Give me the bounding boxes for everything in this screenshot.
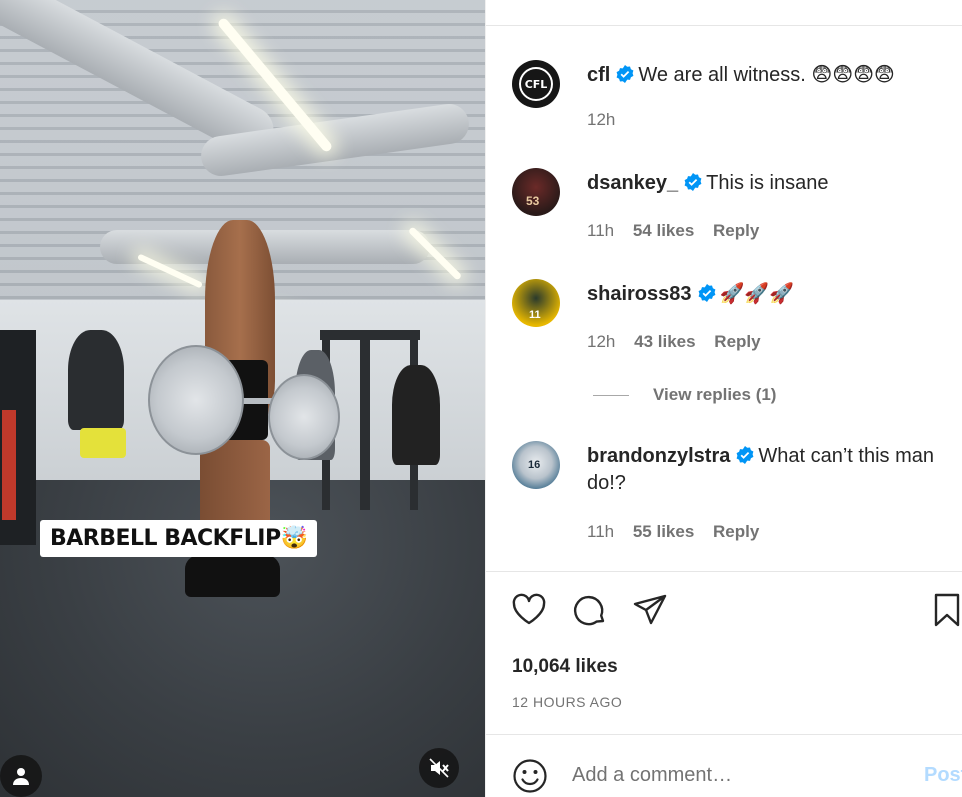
comments-pane: CFL cfl We are all witness. 😨😨😨😨 12h 53 d… [485, 0, 962, 797]
muted-speaker-icon [429, 758, 449, 778]
actions-divider [486, 571, 962, 572]
cfl-avatar[interactable]: CFL [512, 60, 560, 108]
comment-text: This is insane [706, 172, 829, 194]
comment-time[interactable]: 12h [587, 332, 615, 351]
profile-tag-button[interactable] [0, 755, 42, 797]
spectator [68, 330, 124, 430]
caption-time[interactable]: 12h [587, 110, 615, 129]
emoji-smiley-icon[interactable] [512, 758, 548, 794]
header-divider [486, 25, 962, 26]
comment-time[interactable]: 11h [587, 522, 614, 541]
post-comment-button[interactable]: Post [924, 764, 962, 787]
video-caption: BARBELL BACKFLIP🤯 [40, 520, 318, 557]
squat-rack [320, 330, 420, 340]
reply-button[interactable]: Reply [714, 332, 760, 351]
spectator [392, 365, 440, 465]
cfl-logo-text: CFL [524, 77, 548, 91]
verified-badge-icon [616, 65, 634, 83]
comment-username[interactable]: dsankey_ [587, 172, 678, 194]
person-icon [13, 768, 29, 785]
comment-bubble-icon[interactable] [572, 592, 608, 628]
comment-meta: 11h 54 likes Reply [587, 221, 773, 241]
keiser-machine [0, 330, 36, 545]
comment-text: 🚀🚀🚀 [719, 283, 795, 305]
avatar-jersey-number: 53 [526, 194, 540, 208]
comment-username[interactable]: brandonzylstra [587, 445, 730, 467]
caption-meta: 12h [587, 110, 629, 130]
verified-badge-icon [698, 284, 715, 302]
comment-likes[interactable]: 43 likes [634, 332, 695, 351]
comment-likes[interactable]: 54 likes [633, 221, 694, 240]
comment-input[interactable]: Add a comment… [572, 764, 732, 787]
like-heart-icon[interactable] [511, 592, 547, 628]
verified-badge-icon [736, 446, 754, 464]
spectator-shorts [80, 428, 126, 458]
posted-time: 12 HOURS AGO [512, 694, 623, 710]
likes-count[interactable]: 10,064 likes [512, 656, 618, 678]
comment-likes[interactable]: 55 likes [633, 522, 694, 541]
reply-button[interactable]: Reply [713, 522, 759, 541]
avatar-jersey-number: 16 [528, 459, 541, 471]
weight-plate [148, 345, 244, 455]
commenter-avatar[interactable]: 53 [512, 168, 560, 216]
post-author[interactable]: cfl [587, 64, 610, 86]
comment-text-block: shaiross83 🚀🚀🚀 [587, 281, 962, 308]
reply-button[interactable]: Reply [713, 221, 759, 240]
comment-time[interactable]: 11h [587, 221, 614, 240]
input-divider [486, 734, 962, 735]
lifter-shoes [185, 555, 280, 597]
avatar-jersey-number: 11 [529, 309, 541, 321]
comment-username[interactable]: shaiross83 [587, 283, 692, 305]
view-replies-label: View replies (1) [653, 385, 777, 404]
verified-badge-icon [684, 173, 702, 191]
video-player[interactable]: BARBELL BACKFLIP🤯 [0, 0, 485, 797]
squat-rack [360, 330, 370, 510]
comment-meta: 11h 55 likes Reply [587, 522, 773, 542]
view-replies-button[interactable]: View replies (1) [593, 385, 776, 405]
share-paper-plane-icon[interactable] [632, 592, 668, 628]
comment-meta: 12h 43 likes Reply [587, 332, 775, 352]
mute-button[interactable] [419, 748, 459, 788]
comment-text-block: dsankey_ This is insane [587, 170, 962, 197]
commenter-avatar[interactable]: 11 [512, 279, 560, 327]
comment-text-block: brandonzylstra What can’t this man do!? [587, 443, 962, 497]
weight-plate [268, 374, 340, 460]
save-bookmark-icon[interactable] [932, 592, 962, 628]
caption-text: We are all witness. 😨😨😨😨 [638, 64, 895, 86]
caption-text-block: cfl We are all witness. 😨😨😨😨 [587, 62, 962, 89]
commenter-avatar[interactable]: 16 [512, 441, 560, 489]
replies-line [593, 394, 629, 396]
